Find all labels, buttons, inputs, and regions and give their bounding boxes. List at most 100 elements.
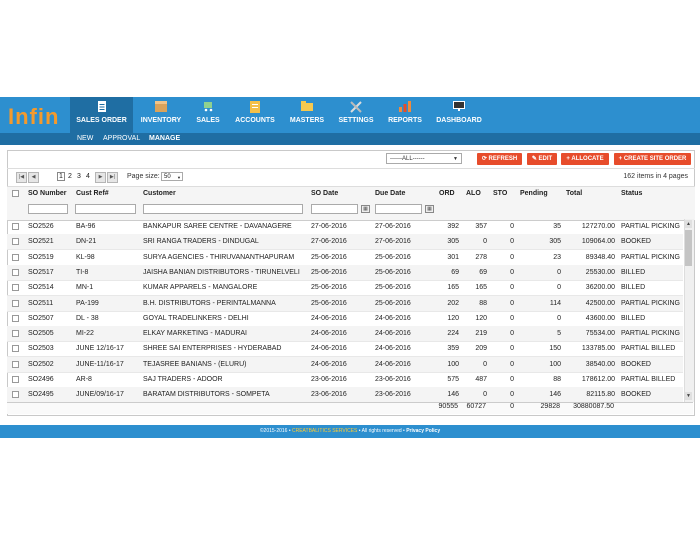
column-header-status[interactable]: Status (621, 190, 642, 197)
allocate-button[interactable]: + ALLOCATE (561, 153, 609, 165)
alo-cell: 209 (475, 345, 487, 352)
so-date-cell: 27-06-2016 (311, 238, 347, 245)
row-checkbox[interactable] (12, 330, 19, 337)
select-all-checkbox[interactable] (12, 190, 19, 197)
nav-label: SETTINGS (338, 117, 374, 124)
ord-cell: 202 (447, 300, 459, 307)
alo-cell: 278 (475, 254, 487, 261)
status-cell: BOOKED (621, 391, 651, 398)
folder-icon (301, 101, 314, 114)
page-size-dropdown[interactable]: 50 ▼ (161, 172, 183, 181)
total-cell: 43600.00 (585, 315, 615, 322)
column-header-sto[interactable]: STO (493, 190, 507, 197)
scroll-up-icon[interactable]: ▲ (685, 220, 692, 228)
create-site-order-button[interactable]: + CREATE SITE ORDER (614, 153, 691, 165)
page-4[interactable]: 4 (86, 173, 90, 180)
column-header-due-date[interactable]: Due Date (375, 190, 405, 197)
privacy-policy-link[interactable]: Privacy Policy (406, 428, 440, 434)
subnav-new[interactable]: NEW (77, 135, 93, 142)
status-filter-dropdown[interactable]: ------ALL------ ▼ (386, 153, 462, 164)
customer-cell: KUMAR APPARELS - MANGALORE (143, 284, 258, 291)
due-date-cell: 24-06-2016 (375, 361, 411, 368)
nav-settings[interactable]: SETTINGS (336, 97, 376, 133)
page-1[interactable]: 1 (57, 172, 65, 181)
sto-cell: 0 (510, 345, 514, 352)
calendar-icon[interactable]: ▦ (425, 205, 434, 213)
page-size-label: Page size: (127, 173, 160, 180)
page-2[interactable]: 2 (68, 173, 72, 180)
so-number-cell: SO2521 (28, 238, 54, 245)
sto-cell: 0 (510, 284, 514, 291)
footer-brand-link[interactable]: CREATBALITICS SERVICES (292, 428, 357, 434)
column-header-so-date[interactable]: SO Date (311, 190, 338, 197)
next-page-button[interactable]: ▶ (95, 172, 106, 183)
column-header-pending[interactable]: Pending (520, 190, 548, 197)
nav-masters[interactable]: MASTERS (286, 97, 328, 133)
items-count-info: 162 items in 4 pages (623, 173, 688, 180)
total-sto: 0 (510, 403, 514, 410)
row-checkbox[interactable] (12, 315, 19, 322)
scroll-thumb[interactable] (685, 230, 692, 266)
so-number-filter-input[interactable] (28, 204, 68, 214)
nav-accounts[interactable]: ACCOUNTS (232, 97, 278, 133)
column-header-total[interactable]: Total (566, 190, 582, 197)
row-checkbox[interactable] (12, 254, 19, 261)
column-header-so-number[interactable]: SO Number (28, 190, 67, 197)
nav-sales-order[interactable]: SALES ORDER (70, 97, 133, 133)
row-checkbox[interactable] (12, 284, 19, 291)
edit-button[interactable]: ✎ EDIT (527, 153, 557, 165)
alo-cell: 357 (475, 223, 487, 230)
nav-inventory[interactable]: INVENTORY (136, 97, 186, 133)
customer-cell: SURYA AGENCIES - THIRUVANANTHAPURAM (143, 254, 295, 261)
document-icon (95, 101, 108, 114)
subnav-approval[interactable]: APPROVAL (103, 135, 140, 142)
chevron-down-icon: ▼ (177, 175, 181, 180)
customer-cell: TEJASREE BANIANS - (ELURU) (143, 361, 247, 368)
so-date-cell: 27-06-2016 (311, 223, 347, 230)
nav-reports[interactable]: REPORTS (385, 97, 425, 133)
row-checkbox[interactable] (12, 345, 19, 352)
cart-icon (202, 101, 215, 114)
ord-cell: 392 (447, 223, 459, 230)
so-date-cell: 24-06-2016 (311, 315, 347, 322)
row-checkbox[interactable] (12, 269, 19, 276)
row-checkbox[interactable] (12, 300, 19, 307)
column-header-customer[interactable]: Customer (143, 190, 176, 197)
scroll-down-icon[interactable]: ▼ (685, 392, 692, 400)
nav-dashboard[interactable]: DASHBOARD (434, 97, 484, 133)
nav-sales[interactable]: SALES (190, 97, 226, 133)
so-date-cell: 25-06-2016 (311, 269, 347, 276)
row-checkbox[interactable] (12, 391, 19, 398)
row-checkbox[interactable] (12, 238, 19, 245)
pending-cell: 0 (557, 284, 561, 291)
cust-ref-cell: TI-8 (76, 269, 89, 276)
alo-cell: 0 (483, 391, 487, 398)
monitor-icon (453, 101, 466, 114)
so-number-cell: SO2517 (28, 269, 54, 276)
total-alo: 60727 (466, 403, 486, 410)
ord-cell: 224 (447, 330, 459, 337)
status-cell: PARTIAL BILLED (621, 376, 676, 383)
subnav-manage[interactable]: MANAGE (149, 135, 180, 142)
calendar-icon[interactable]: ▦ (361, 205, 370, 213)
cust-ref-filter-input[interactable] (75, 204, 136, 214)
refresh-button[interactable]: ⟳ REFRESH (477, 153, 522, 165)
column-header-ord[interactable]: ORD (439, 190, 455, 197)
due-date-cell: 23-06-2016 (375, 391, 411, 398)
last-page-button[interactable]: ▶| (107, 172, 118, 183)
row-checkbox[interactable] (12, 223, 19, 230)
so-date-cell: 25-06-2016 (311, 300, 347, 307)
so-date-filter-input[interactable] (311, 204, 358, 214)
cust-ref-cell: MI-22 (76, 330, 94, 337)
column-header-alo[interactable]: ALO (466, 190, 481, 197)
row-checkbox[interactable] (12, 361, 19, 368)
first-page-button[interactable]: |◀ (16, 172, 27, 183)
customer-filter-input[interactable] (143, 204, 303, 214)
page-3[interactable]: 3 (77, 173, 81, 180)
sto-cell: 0 (510, 300, 514, 307)
prev-page-button[interactable]: ◀ (28, 172, 39, 183)
due-date-filter-input[interactable] (375, 204, 422, 214)
customer-cell: SAJ TRADERS - ADOOR (143, 376, 223, 383)
column-header-cust-ref[interactable]: Cust Ref# (76, 190, 109, 197)
row-checkbox[interactable] (12, 376, 19, 383)
